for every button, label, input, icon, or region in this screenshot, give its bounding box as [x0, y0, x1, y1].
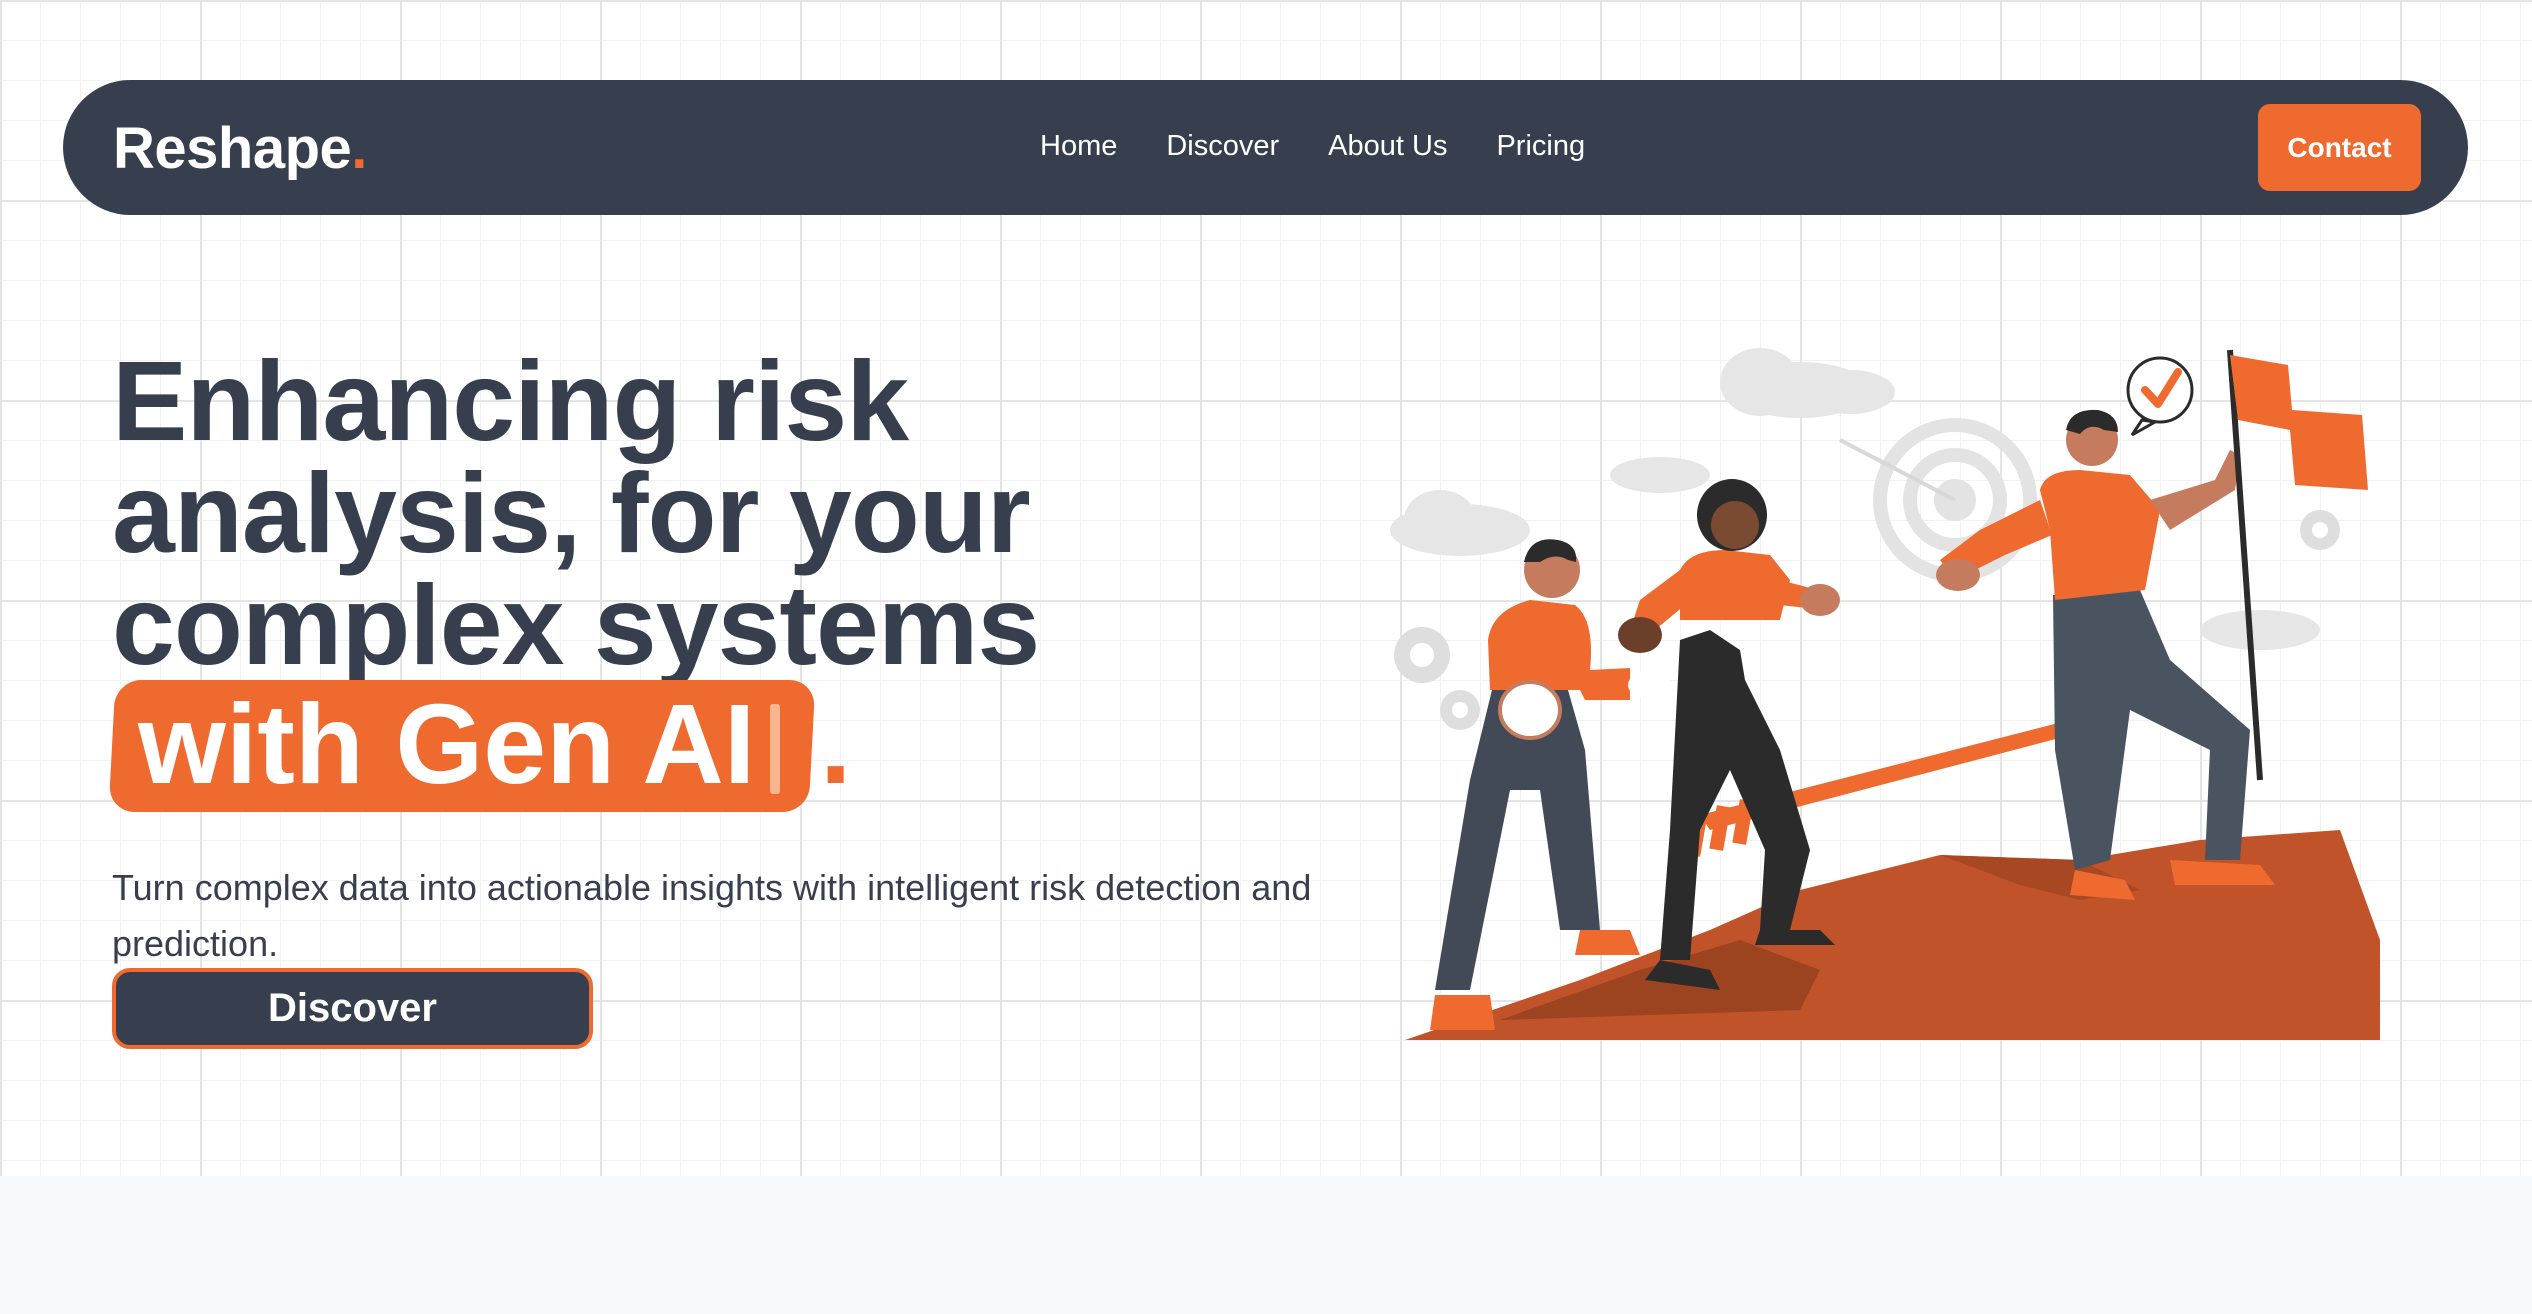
flag-icon [2227, 349, 2368, 781]
person-left [1430, 539, 1672, 1030]
person-right [1936, 409, 2275, 900]
headline-line-3: complex systems [112, 562, 1040, 688]
checkmark-icon [2126, 356, 2194, 437]
nav-link-discover[interactable]: Discover [1166, 128, 1279, 166]
discover-button[interactable]: Discover [112, 968, 593, 1049]
nav-link-about-us[interactable]: About Us [1328, 128, 1447, 166]
nav-link-pricing[interactable]: Pricing [1496, 128, 1585, 166]
headline-line-1: Enhancing risk [112, 338, 909, 464]
logo-text: Reshape [113, 116, 352, 181]
next-section [0, 1176, 2532, 1314]
typing-cursor [770, 704, 780, 794]
headline-line-2: analysis, for your [112, 450, 1031, 576]
hero-headline: Enhancing risk analysis, for your comple… [112, 338, 1040, 688]
nav-link-home[interactable]: Home [1040, 128, 1117, 166]
logo[interactable]: Reshape. [113, 120, 367, 178]
hero-illustration [1390, 348, 2380, 1040]
hero-subtitle: Turn complex data into actionable insigh… [112, 867, 1312, 964]
nav-links: Home Discover About Us Pricing [1040, 128, 1585, 166]
highlight-text: with Gen AI [138, 681, 756, 807]
logo-dot: . [351, 116, 367, 181]
contact-button[interactable]: Contact [2258, 104, 2421, 191]
highlight-period: . [820, 681, 852, 807]
navbar: Reshape. Home Discover About Us Pricing … [63, 80, 2468, 215]
